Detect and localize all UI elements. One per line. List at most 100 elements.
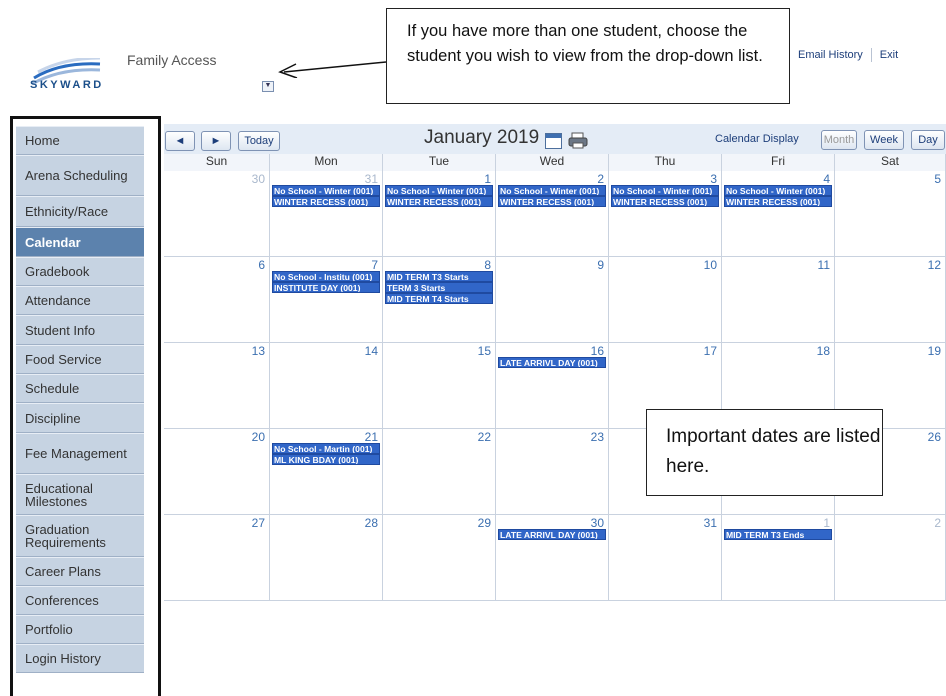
calendar-display-link[interactable]: Calendar Display <box>715 133 799 145</box>
day-number[interactable]: 1 <box>484 172 491 186</box>
day-number[interactable]: 28 <box>365 516 378 530</box>
calendar-day-cell[interactable]: 12 <box>835 257 946 343</box>
day-number[interactable]: 13 <box>252 344 265 358</box>
day-number[interactable]: 26 <box>928 430 941 444</box>
sidebar-item-fee-management[interactable]: Fee Management <box>16 433 144 474</box>
day-number[interactable]: 11 <box>818 258 830 272</box>
calendar-day-cell[interactable]: 3 No School - Winter (001) WINTER RECESS (… <box>609 171 722 257</box>
calendar-event[interactable]: WINTER RECESS (001) <box>385 196 493 207</box>
sidebar-item-gradebook[interactable]: Gradebook <box>16 257 144 286</box>
calendar-event[interactable]: No School - Winter (001) <box>385 185 493 196</box>
sidebar-item-food-service[interactable]: Food Service <box>16 345 144 374</box>
day-number[interactable]: 2 <box>934 516 941 530</box>
calendar-event[interactable]: MID TERM T3 Ends <box>724 529 832 540</box>
sidebar-item-attendance[interactable]: Attendance <box>16 286 144 315</box>
calendar-day-cell[interactable]: 11 <box>722 257 835 343</box>
calendar-event[interactable]: No School - Winter (001) <box>611 185 719 196</box>
day-number[interactable]: 30 <box>252 172 265 186</box>
calendar-day-cell[interactable]: 29 <box>383 515 496 601</box>
day-number[interactable]: 27 <box>252 516 265 530</box>
calendar-picker-icon[interactable] <box>545 133 562 149</box>
day-number[interactable]: 15 <box>478 344 491 358</box>
day-number[interactable]: 29 <box>478 516 491 530</box>
calendar-day-cell[interactable]: 13 <box>164 343 270 429</box>
sidebar-item-career-plans[interactable]: Career Plans <box>16 557 144 586</box>
calendar-day-cell[interactable]: 4 No School - Winter (001) WINTER RECESS (… <box>722 171 835 257</box>
day-number[interactable]: 23 <box>591 430 604 444</box>
calendar-day-cell[interactable]: 2 No School - Winter (001) WINTER RECESS (… <box>496 171 609 257</box>
student-dropdown[interactable]: ▼ <box>262 81 274 92</box>
calendar-day-cell[interactable]: 10 <box>609 257 722 343</box>
day-number[interactable]: 19 <box>928 344 941 358</box>
calendar-day-cell[interactable]: 31 <box>609 515 722 601</box>
calendar-event[interactable]: ML KING BDAY (001) <box>272 454 380 465</box>
calendar-day-cell[interactable]: 15 <box>383 343 496 429</box>
day-number[interactable]: 10 <box>704 258 717 272</box>
calendar-day-cell[interactable]: 9 <box>496 257 609 343</box>
calendar-day-cell[interactable]: 27 <box>164 515 270 601</box>
calendar-day-cell[interactable]: 28 <box>270 515 383 601</box>
day-number[interactable]: 7 <box>371 258 378 272</box>
calendar-day-cell[interactable]: 7 No School - Institu (001) INSTITUTE DAY … <box>270 257 383 343</box>
calendar-event[interactable]: LATE ARRIVL DAY (001) <box>498 529 606 540</box>
calendar-day-cell[interactable]: 21 No School - Martin (001) ML KING BDAY (… <box>270 429 383 515</box>
print-icon[interactable] <box>568 132 588 149</box>
email-history-link[interactable]: Email History <box>790 49 871 61</box>
calendar-day-cell[interactable]: 1 MID TERM T3 Ends <box>722 515 835 601</box>
sidebar-item-conferences[interactable]: Conferences <box>16 586 144 615</box>
day-number[interactable]: 5 <box>934 172 941 186</box>
calendar-day-cell[interactable]: 14 <box>270 343 383 429</box>
day-number[interactable]: 14 <box>365 344 378 358</box>
sidebar-item-portfolio[interactable]: Portfolio <box>16 615 144 644</box>
sidebar-item-calendar[interactable]: Calendar <box>16 227 144 257</box>
sidebar-item-educational-milestones[interactable]: Educational Milestones <box>16 474 144 515</box>
calendar-day-cell[interactable]: 6 <box>164 257 270 343</box>
month-view-button[interactable]: Month <box>821 130 857 150</box>
day-number[interactable]: 31 <box>365 172 378 186</box>
sidebar-item-login-history[interactable]: Login History <box>16 644 144 673</box>
week-view-button[interactable]: Week <box>864 130 904 150</box>
calendar-event[interactable]: No School - Winter (001) <box>498 185 606 196</box>
day-number[interactable]: 22 <box>478 430 491 444</box>
day-number[interactable]: 9 <box>597 258 604 272</box>
calendar-event[interactable]: TERM 3 Starts <box>385 282 493 293</box>
calendar-event[interactable]: WINTER RECESS (001) <box>611 196 719 207</box>
day-number[interactable]: 6 <box>258 258 265 272</box>
day-number[interactable]: 12 <box>928 258 941 272</box>
sidebar-item-arena-scheduling[interactable]: Arena Scheduling <box>16 155 144 196</box>
day-view-button[interactable]: Day <box>911 130 945 150</box>
day-number[interactable]: 20 <box>252 430 265 444</box>
day-number[interactable]: 3 <box>710 172 717 186</box>
calendar-event[interactable]: No School - Institu (001) <box>272 271 380 282</box>
exit-link[interactable]: Exit <box>872 49 906 61</box>
calendar-day-cell[interactable]: 1 No School - Winter (001) WINTER RECESS (… <box>383 171 496 257</box>
sidebar-item-student-info[interactable]: Student Info <box>16 315 144 345</box>
day-number[interactable]: 4 <box>823 172 830 186</box>
calendar-event[interactable]: No School - Martin (001) <box>272 443 380 454</box>
sidebar-item-home[interactable]: Home <box>16 126 144 155</box>
calendar-event[interactable]: WINTER RECESS (001) <box>498 196 606 207</box>
sidebar-item-ethnicity-race[interactable]: Ethnicity/Race <box>16 196 144 227</box>
day-number[interactable]: 30 <box>591 516 604 530</box>
calendar-day-cell[interactable]: 23 <box>496 429 609 515</box>
next-month-button[interactable]: ► <box>201 131 231 151</box>
calendar-day-cell[interactable]: 5 <box>835 171 946 257</box>
prev-month-button[interactable]: ◄ <box>165 131 195 151</box>
day-number[interactable]: 2 <box>597 172 604 186</box>
sidebar-item-schedule[interactable]: Schedule <box>16 374 144 403</box>
sidebar-item-graduation-requirements[interactable]: Graduation Requirements <box>16 515 144 557</box>
calendar-event[interactable]: MID TERM T4 Starts <box>385 293 493 304</box>
calendar-event[interactable]: No School - Winter (001) <box>272 185 380 196</box>
calendar-day-cell[interactable]: 22 <box>383 429 496 515</box>
day-number[interactable]: 18 <box>817 344 830 358</box>
calendar-day-cell[interactable]: 31 No School - Winter (001) WINTER RECESS … <box>270 171 383 257</box>
day-number[interactable]: 1 <box>823 516 830 530</box>
day-number[interactable]: 8 <box>484 258 491 272</box>
calendar-day-cell[interactable]: 2 <box>835 515 946 601</box>
day-number[interactable]: 16 <box>591 344 604 358</box>
calendar-day-cell[interactable]: 20 <box>164 429 270 515</box>
calendar-day-cell[interactable]: 16 LATE ARRIVL DAY (001) <box>496 343 609 429</box>
calendar-day-cell[interactable]: 30 <box>164 171 270 257</box>
day-number[interactable]: 17 <box>704 344 717 358</box>
calendar-day-cell[interactable]: 30 LATE ARRIVL DAY (001) <box>496 515 609 601</box>
